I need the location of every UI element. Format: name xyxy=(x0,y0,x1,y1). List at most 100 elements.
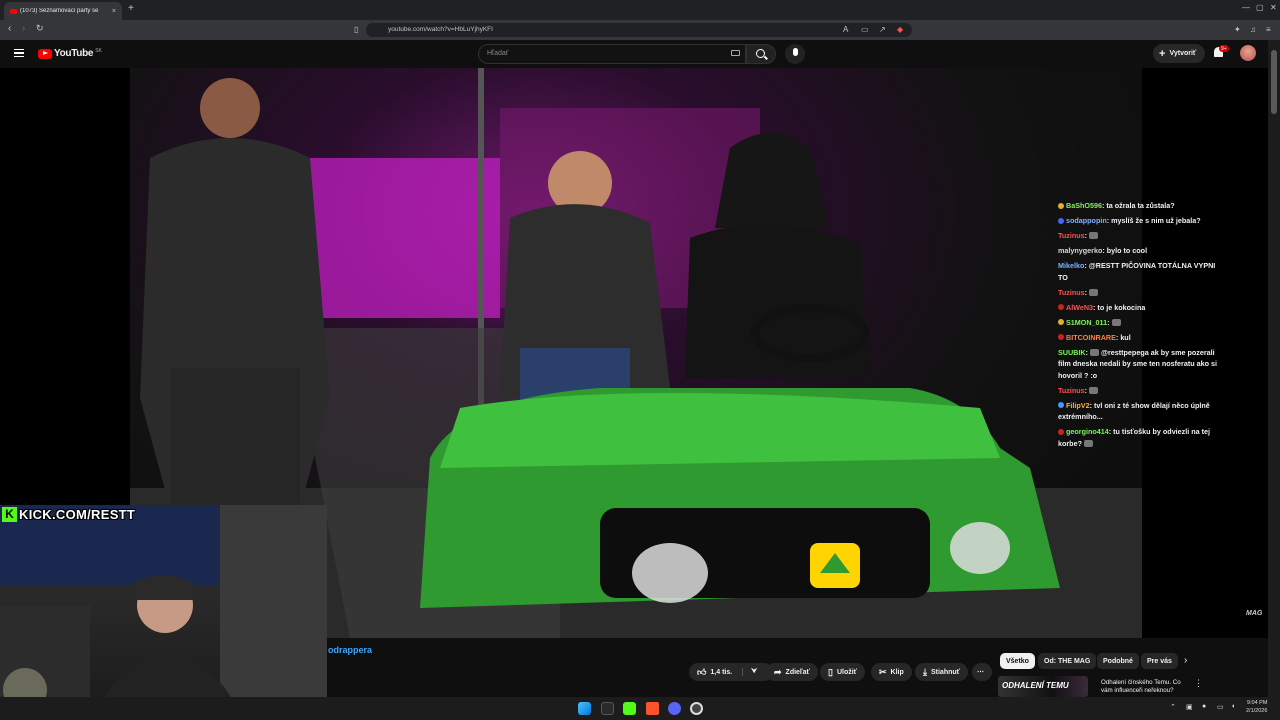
scrollbar-thumb[interactable] xyxy=(1271,50,1277,114)
browser-menu-icon[interactable]: ≡ xyxy=(1266,25,1271,34)
tray-app-icon[interactable]: ▣ xyxy=(1186,703,1193,711)
share-button[interactable]: ➦ Zdieľať xyxy=(766,663,818,681)
save-playlist-icon: ▯ xyxy=(828,666,833,677)
scissors-icon: ✂ xyxy=(879,666,887,677)
chat-username: S1MON_011 xyxy=(1066,317,1108,327)
search-input[interactable]: Hľadať xyxy=(478,44,746,64)
download-button[interactable]: ⤓ Stiahnuť xyxy=(915,663,969,681)
voice-search-button[interactable] xyxy=(785,44,805,64)
minimize-icon[interactable]: — xyxy=(1242,3,1250,12)
chat-message: BITCOINRARE: kul xyxy=(1058,332,1218,344)
page-scrollbar[interactable] xyxy=(1268,40,1280,697)
dislike-icon[interactable]: ⮟ xyxy=(742,668,757,676)
chat-badge-icon xyxy=(1058,202,1064,209)
chat-text: bylo to cool xyxy=(1106,246,1148,255)
chat-message: AlWeN3: to je kokocina xyxy=(1058,302,1218,314)
chip-related[interactable]: Podobné xyxy=(1097,653,1139,669)
browser-tab-bar: (1073) Seznamovací party se × + — ▢ ✕ xyxy=(0,0,1280,20)
browser-toolbar: ‹ › ↻ ▯ youtube.com/watch?v=HbLuYjhyKFI … xyxy=(0,20,1280,40)
region-code: SK xyxy=(95,47,102,54)
download-icon: ⤓ xyxy=(923,666,927,677)
brave-shield-icon[interactable]: ◆ xyxy=(897,25,903,34)
kick-url-text: KICK.COM/RESTT xyxy=(19,506,136,522)
chat-message: S1MON_011: xyxy=(1058,317,1218,329)
more-actions-button[interactable]: ⋯ xyxy=(972,663,992,681)
windows-taskbar xyxy=(0,697,1280,720)
extensions-icon[interactable]: ✦ xyxy=(1234,25,1241,34)
task-view-icon[interactable] xyxy=(601,702,614,715)
volume-icon[interactable]: ◖ xyxy=(1231,703,1235,710)
more-icon: ⋯ xyxy=(977,669,984,676)
save-button[interactable]: ▯ Uložiť xyxy=(820,663,866,681)
chip-all[interactable]: Všetko xyxy=(1000,653,1035,669)
obs-icon[interactable] xyxy=(690,702,703,715)
chat-username: BaShO596 xyxy=(1066,201,1102,210)
address-bar[interactable]: youtube.com/watch?v=HbLuYjhyKFI xyxy=(366,23,912,37)
recommendation-thumbnail[interactable]: ODHALENÍ TEMU xyxy=(998,676,1088,697)
like-icon[interactable]: 👍︎ xyxy=(697,667,706,678)
start-icon[interactable] xyxy=(578,702,591,715)
close-tab-icon[interactable]: × xyxy=(112,8,116,15)
youtube-play-icon xyxy=(38,48,52,59)
reload-icon[interactable]: ↻ xyxy=(36,23,44,34)
chat-badge-icon xyxy=(1058,319,1064,325)
new-tab-button[interactable]: + xyxy=(128,3,134,14)
maximize-icon[interactable]: ▢ xyxy=(1256,3,1264,12)
cast-icon[interactable]: ▭ xyxy=(861,25,869,34)
chip-from-channel[interactable]: Od: THE MAG xyxy=(1038,653,1097,669)
kick-channel-banner: K KICK.COM/RESTT xyxy=(2,505,135,523)
stream-chat-overlay: BaShO596: ta ožrala ta zůstala? sodappopi… xyxy=(1058,200,1218,453)
recommendation-title[interactable]: Odhalení čínského Temu. Co vám influence… xyxy=(1101,679,1181,695)
taskbar-clock[interactable]: 9:04 PM 2/1/2026 xyxy=(1246,700,1267,715)
translate-icon[interactable]: A xyxy=(843,25,848,34)
brave-browser-icon[interactable] xyxy=(646,702,659,715)
video-watermark-text: MAG xyxy=(1246,610,1263,617)
network-icon[interactable]: ▭ xyxy=(1217,703,1224,711)
chat-username: BITCOINRARE xyxy=(1066,332,1116,342)
chat-message: malynygerko: bylo to cool xyxy=(1058,246,1148,255)
tray-mic-icon[interactable]: ● xyxy=(1202,703,1206,710)
hamburger-menu-icon[interactable] xyxy=(14,49,24,57)
chat-username: Tuzinus xyxy=(1058,385,1085,395)
chat-emote-icon xyxy=(1089,232,1099,239)
chat-message: georgino414: tu tisťošku by odviezli na … xyxy=(1058,427,1211,448)
forward-icon[interactable]: › xyxy=(22,23,25,34)
kick-app-icon[interactable] xyxy=(623,702,636,715)
notification-count-badge: 9+ xyxy=(1219,45,1229,52)
thumbnail-text: ODHALENÍ TEMU xyxy=(1002,681,1069,690)
chat-emote-icon xyxy=(1089,386,1099,394)
create-button[interactable]: + Vytvoriť xyxy=(1153,44,1205,63)
media-icon[interactable]: ♫ xyxy=(1250,25,1256,34)
channel-name-link[interactable]: odrappera xyxy=(328,645,372,655)
chat-username: AlWeN3 xyxy=(1066,302,1094,312)
recommendation-menu-icon[interactable]: ⋮ xyxy=(1194,678,1203,689)
discord-icon[interactable] xyxy=(668,702,681,715)
chat-message: Tuzinus: xyxy=(1058,385,1218,397)
chat-emote-icon xyxy=(1089,348,1099,356)
like-count[interactable]: 1,4 tis. xyxy=(710,669,732,676)
chat-emote-icon xyxy=(1089,288,1099,296)
chip-for-you[interactable]: Pre vás xyxy=(1141,653,1178,669)
chevron-right-icon[interactable]: › xyxy=(1184,655,1187,666)
clip-button[interactable]: ✂ Klip xyxy=(871,663,912,681)
chat-message: FilipV2: tvl oni z té show dělají něco ú… xyxy=(1058,400,1210,421)
share-page-icon[interactable]: ↗ xyxy=(879,25,886,34)
chat-username: georgino414 xyxy=(1066,427,1109,436)
account-avatar[interactable] xyxy=(1240,45,1256,61)
chat-username: Tuzinus xyxy=(1058,287,1085,297)
clock-date: 2/1/2026 xyxy=(1246,707,1268,714)
share-label: Zdieľať xyxy=(785,668,810,676)
search-button[interactable] xyxy=(746,44,776,64)
microphone-icon xyxy=(792,48,798,56)
close-window-icon[interactable]: ✕ xyxy=(1270,3,1277,12)
chat-username: SUUBIK xyxy=(1058,347,1086,357)
keyboard-icon[interactable] xyxy=(731,50,740,56)
plus-icon: + xyxy=(1159,47,1166,60)
bookmark-icon[interactable]: ▯ xyxy=(354,25,358,34)
chat-text: kul xyxy=(1120,332,1131,342)
youtube-logo[interactable]: YouTube SK xyxy=(38,48,102,59)
browser-tab-youtube[interactable]: (1073) Seznamovací party se × xyxy=(4,2,122,20)
tray-overflow-icon[interactable]: ⌃ xyxy=(1170,703,1176,711)
chat-message: sodappopin: myslíš že s nim už jebala? xyxy=(1058,215,1218,227)
back-icon[interactable]: ‹ xyxy=(8,23,11,34)
